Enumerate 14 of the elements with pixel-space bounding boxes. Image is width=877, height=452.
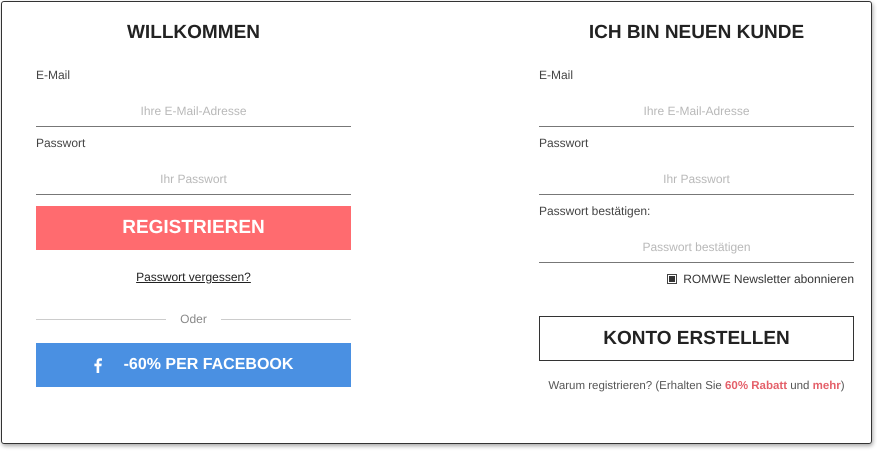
field-label: E-Mail [36, 67, 72, 83]
facebook-icon [94, 358, 102, 372]
field-label: Passwort [539, 135, 590, 151]
checkbox-label: ROMWE Newsletter abonnieren [683, 272, 854, 286]
field-label: Passwort bestätigen: [539, 203, 652, 219]
field-label: Passwort [36, 135, 86, 151]
forgot-password-link[interactable]: Passwort vergessen? [136, 270, 251, 284]
section-title: WILLKOMMEN [126, 21, 261, 45]
field-label: E-Mail [539, 67, 574, 83]
divider-label: Oder [179, 312, 208, 326]
register-note: Warum registrieren? (Erhalten Sie 60% Rabatt und mehr) [547, 380, 846, 392]
newsletter-checkbox[interactable] [667, 274, 678, 284]
section-title: ICH BIN NEUEN KUNDE [588, 21, 806, 45]
create-account-button[interactable]: KONTO ERSTELLEN [539, 316, 854, 361]
